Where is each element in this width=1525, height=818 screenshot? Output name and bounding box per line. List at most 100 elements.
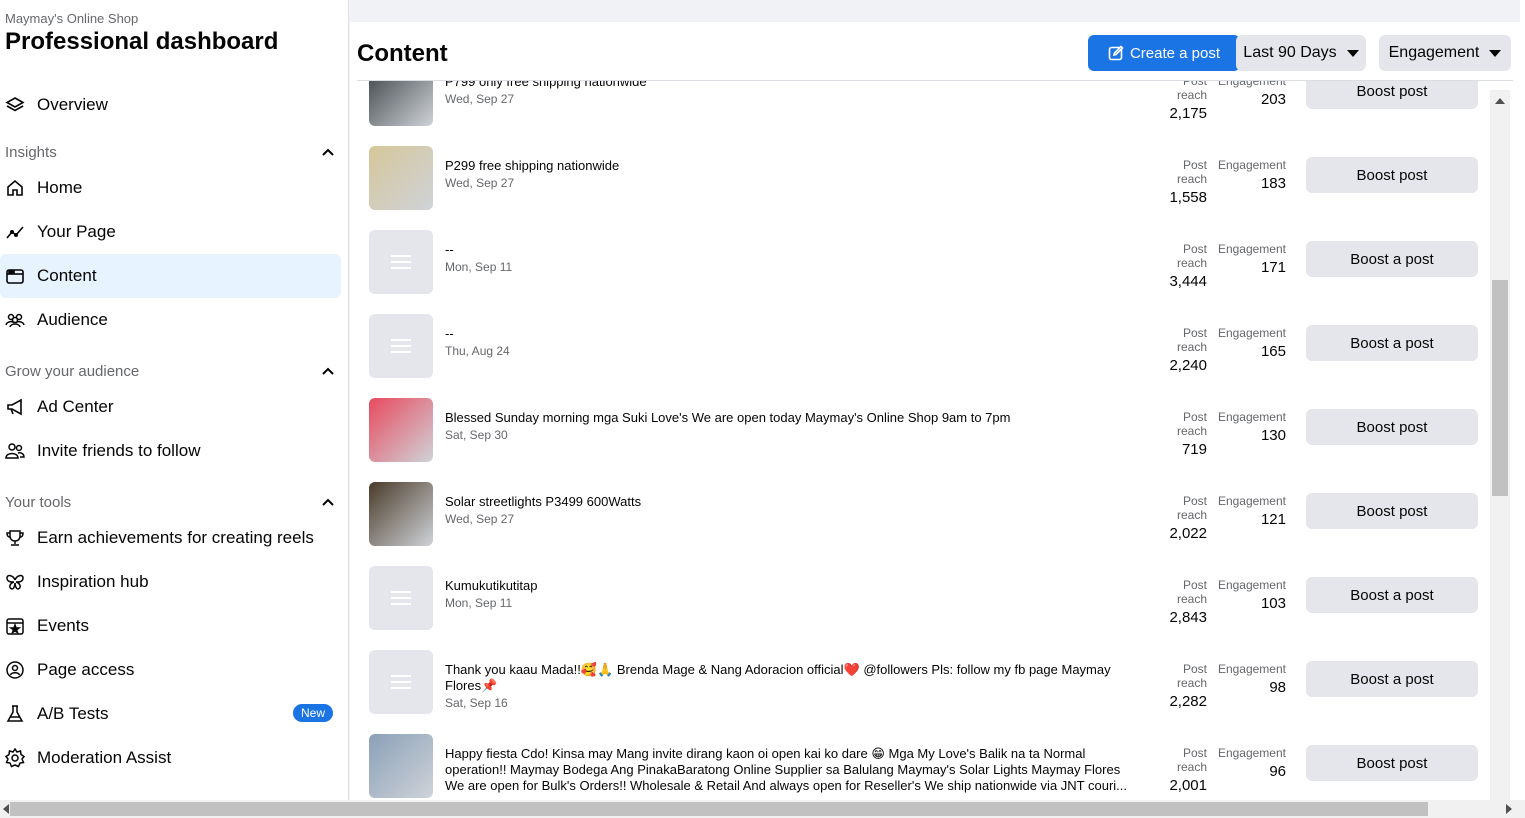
post-reach-metric: Post reach 2,001 bbox=[1150, 746, 1207, 794]
post-thumbnail-placeholder[interactable] bbox=[369, 230, 433, 294]
create-post-button[interactable]: Create a post bbox=[1088, 35, 1240, 71]
sidebar-item-audience[interactable]: Audience bbox=[0, 298, 341, 342]
post-row[interactable]: Blessed Sunday morning mga Suki Love's W… bbox=[350, 398, 1490, 482]
post-text[interactable]: Kumukutikutitap Mon, Sep 11 bbox=[445, 578, 1140, 611]
sidebar-item-ab-tests[interactable]: A/B Tests New bbox=[0, 692, 341, 736]
post-text[interactable]: Blessed Sunday morning mga Suki Love's W… bbox=[445, 410, 1140, 443]
sidebar-item-content[interactable]: Content bbox=[0, 254, 341, 298]
caret-down-icon bbox=[1346, 49, 1359, 57]
sidebar-item-inspiration-hub[interactable]: Inspiration hub bbox=[0, 560, 341, 604]
boost-post-button[interactable]: Boost a post bbox=[1306, 325, 1478, 361]
post-row[interactable]: Solar streetlights P3499 600Watts Wed, Se… bbox=[350, 482, 1490, 566]
sidebar-item-achievements[interactable]: Earn achievements for creating reels bbox=[0, 516, 341, 560]
sort-dropdown[interactable]: Engagement bbox=[1379, 35, 1511, 71]
boost-post-button[interactable]: Boost post bbox=[1306, 493, 1478, 529]
engagement-metric: Engagement 130 bbox=[1216, 410, 1286, 444]
engagement-value: 98 bbox=[1269, 679, 1286, 696]
post-reach-label: Post reach bbox=[1176, 578, 1207, 606]
engagement-value: 165 bbox=[1260, 343, 1286, 360]
post-thumbnail[interactable] bbox=[369, 482, 433, 546]
vertical-scroll-thumb[interactable] bbox=[1492, 280, 1508, 496]
post-date: Wed, Sep 27 bbox=[445, 92, 515, 106]
post-reach-value: 719 bbox=[1181, 441, 1207, 458]
post-thumbnail-placeholder[interactable] bbox=[369, 650, 433, 714]
post-row[interactable]: Happy fiesta Cdo! Kinsa may Mang invite … bbox=[350, 734, 1490, 799]
boost-post-button[interactable]: Boost post bbox=[1306, 81, 1478, 109]
boost-post-button[interactable]: Boost a post bbox=[1306, 577, 1478, 613]
post-thumbnail[interactable] bbox=[369, 146, 433, 210]
sidebar-item-invite-friends[interactable]: Invite friends to follow bbox=[0, 429, 341, 473]
post-reach-label: Post reach bbox=[1176, 242, 1207, 270]
post-reach-label: Post reach bbox=[1176, 746, 1207, 774]
post-reach-value: 2,240 bbox=[1169, 357, 1207, 374]
post-row[interactable]: Kumukutikutitap Mon, Sep 11 Post reach 2,84… bbox=[350, 566, 1490, 650]
post-row[interactable]: Thank you kaau Mada!!🥰🙏 Brenda Mage & Na… bbox=[350, 650, 1490, 734]
sidebar: Maymay's Online Shop Professional dashbo… bbox=[0, 0, 349, 818]
boost-post-button[interactable]: Boost a post bbox=[1306, 661, 1478, 697]
trend-icon bbox=[5, 222, 25, 242]
scroll-left-icon[interactable] bbox=[3, 804, 9, 814]
engagement-label: Engagement bbox=[1217, 158, 1286, 172]
post-reach-value: 2,175 bbox=[1169, 105, 1207, 122]
sidebar-item-label: Home bbox=[37, 178, 83, 197]
vertical-scrollbar[interactable] bbox=[1490, 90, 1510, 800]
post-row[interactable]: -- Thu, Aug 24 Post reach 2,240 Engagement 16… bbox=[350, 314, 1490, 398]
post-row[interactable]: P799 only free shipping nationwide Wed, S… bbox=[350, 81, 1490, 146]
post-thumbnail-placeholder[interactable] bbox=[369, 566, 433, 630]
engagement-label: Engagement bbox=[1217, 242, 1286, 256]
sidebar-item-overview[interactable]: Overview bbox=[0, 83, 341, 127]
shop-name[interactable]: Maymay's Online Shop bbox=[5, 11, 138, 26]
boost-post-button[interactable]: Boost a post bbox=[1306, 241, 1478, 277]
sidebar-item-label: Moderation Assist bbox=[37, 748, 172, 767]
scroll-right-icon[interactable] bbox=[1506, 804, 1512, 814]
chevron-up-icon bbox=[322, 367, 334, 375]
date-range-dropdown[interactable]: Last 90 Days bbox=[1236, 35, 1366, 71]
grow-section-header[interactable]: Grow your audience bbox=[5, 359, 335, 383]
post-text[interactable]: -- Mon, Sep 11 bbox=[445, 242, 1140, 275]
post-row[interactable]: -- Mon, Sep 11 Post reach 3,444 Engagement 17… bbox=[350, 230, 1490, 314]
post-row[interactable]: P299 free shipping nationwide Wed, Sep 27… bbox=[350, 146, 1490, 230]
post-text[interactable]: Happy fiesta Cdo! Kinsa may Mang invite … bbox=[445, 746, 1140, 795]
sidebar-item-ad-center[interactable]: Ad Center bbox=[0, 385, 341, 429]
post-text[interactable]: -- Thu, Aug 24 bbox=[445, 326, 1140, 359]
post-thumbnail[interactable] bbox=[369, 81, 433, 126]
engagement-metric: Engagement 98 bbox=[1216, 662, 1286, 696]
post-reach-metric: Post reach 2,843 bbox=[1150, 578, 1207, 626]
sidebar-item-home[interactable]: Home bbox=[0, 166, 341, 210]
engagement-label: Engagement bbox=[1217, 578, 1286, 592]
post-reach-label: Post reach bbox=[1176, 662, 1207, 690]
sidebar-item-page-access[interactable]: Page access bbox=[0, 648, 341, 692]
boost-post-button[interactable]: Boost post bbox=[1306, 745, 1478, 781]
sidebar-item-events[interactable]: Events bbox=[0, 604, 341, 648]
post-text[interactable]: P799 only free shipping nationwide Wed, S… bbox=[445, 81, 1140, 107]
engagement-label: Engagement bbox=[1217, 746, 1286, 760]
post-text[interactable]: Thank you kaau Mada!!🥰🙏 Brenda Mage & Na… bbox=[445, 662, 1140, 711]
horizontal-scrollbar[interactable] bbox=[0, 800, 1525, 818]
home-icon bbox=[5, 178, 25, 198]
people-icon bbox=[5, 310, 25, 330]
post-caption: Thank you kaau Mada!!🥰🙏 Brenda Mage & Na… bbox=[445, 662, 1111, 693]
scroll-up-icon[interactable] bbox=[1495, 98, 1505, 104]
engagement-label: Engagement bbox=[1217, 494, 1286, 508]
boost-post-button[interactable]: Boost post bbox=[1306, 409, 1478, 445]
post-thumbnail[interactable] bbox=[369, 734, 433, 798]
boost-post-button[interactable]: Boost post bbox=[1306, 157, 1478, 193]
post-caption: Blessed Sunday morning mga Suki Love's W… bbox=[445, 410, 1011, 425]
post-text[interactable]: Solar streetlights P3499 600Watts Wed, Se… bbox=[445, 494, 1140, 527]
engagement-label: Engagement bbox=[1217, 326, 1286, 340]
sidebar-item-moderation-assist[interactable]: Moderation Assist bbox=[0, 736, 341, 780]
post-thumbnail[interactable] bbox=[369, 398, 433, 462]
horizontal-scroll-thumb[interactable] bbox=[10, 802, 1428, 816]
section-label: Insights bbox=[5, 143, 57, 161]
tools-section-header[interactable]: Your tools bbox=[5, 490, 335, 514]
post-thumbnail-placeholder[interactable] bbox=[369, 314, 433, 378]
post-text[interactable]: P299 free shipping nationwide Wed, Sep 27 bbox=[445, 158, 1140, 191]
insights-section-header[interactable]: Insights bbox=[5, 140, 335, 164]
post-reach-label: Post reach bbox=[1176, 81, 1207, 102]
post-reach-metric: Post reach 2,282 bbox=[1150, 662, 1207, 710]
sidebar-item-your-page[interactable]: Your Page bbox=[0, 210, 341, 254]
post-caption: P799 only free shipping nationwide bbox=[445, 81, 647, 89]
section-label: Grow your audience bbox=[5, 362, 140, 380]
post-date: Sat, Sep 16 bbox=[445, 696, 508, 710]
calendar-star-icon bbox=[5, 616, 25, 636]
